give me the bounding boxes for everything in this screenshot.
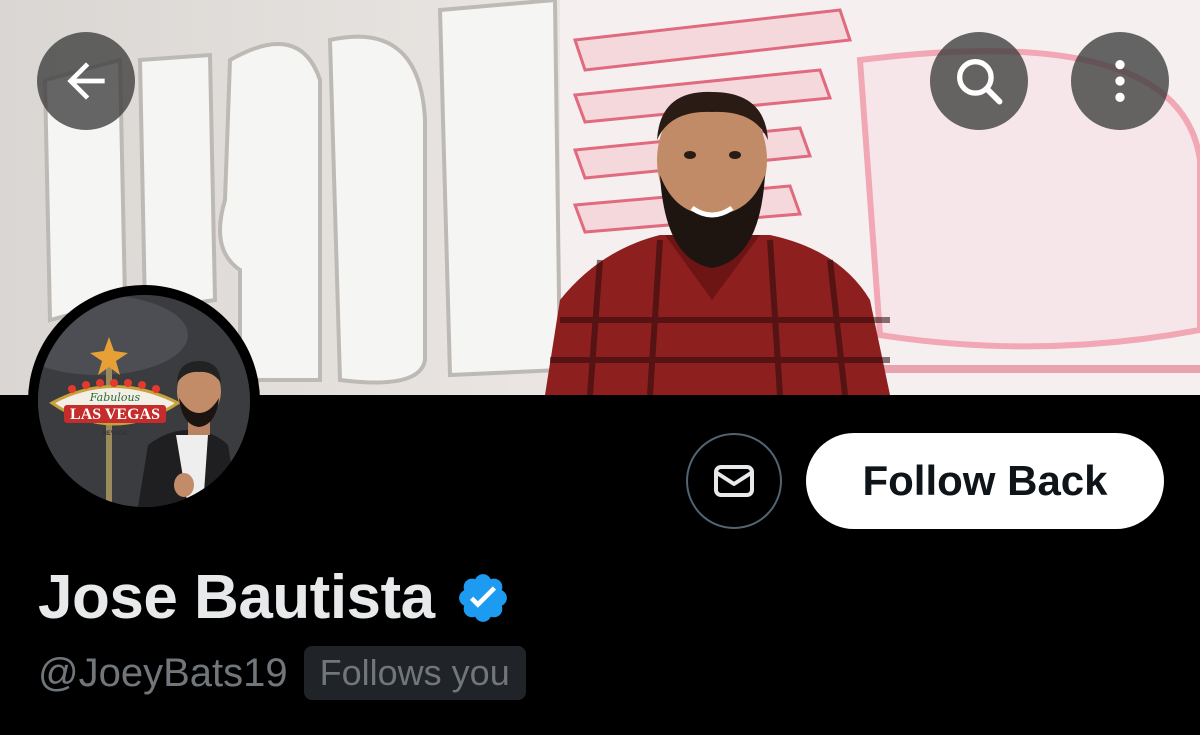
svg-text:NEVADA: NEVADA [103,431,129,437]
svg-text:Fabulous: Fabulous [89,391,141,404]
profile-avatar[interactable]: Fabulous LAS VEGAS NEVADA [28,285,260,517]
verified-badge-icon[interactable] [455,570,511,626]
more-vertical-icon [1115,60,1125,102]
svg-text:LAS VEGAS: LAS VEGAS [70,406,160,423]
profile-handle-row: @JoeyBats19 Follows you [38,646,526,700]
las-vegas-sign-picture: Fabulous LAS VEGAS NEVADA [38,295,250,507]
avatar-image: Fabulous LAS VEGAS NEVADA [38,295,250,507]
message-button[interactable] [686,433,782,529]
search-button[interactable] [930,32,1028,130]
back-arrow-icon [67,62,105,100]
follow-back-button[interactable]: Follow Back [806,433,1164,529]
display-name: Jose Bautista [38,563,435,632]
search-icon [957,59,1003,105]
username-handle: @JoeyBats19 [38,650,288,695]
follows-you-badge: Follows you [303,646,526,700]
profile-name-row: Jose Bautista [38,562,511,633]
envelope-icon [714,465,754,497]
more-options-button[interactable] [1071,32,1169,130]
back-button[interactable] [37,32,135,130]
